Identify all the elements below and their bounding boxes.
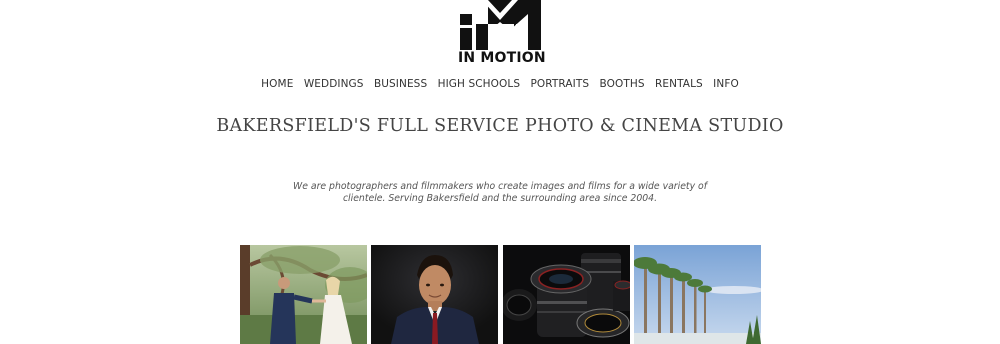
nav-item-home[interactable]: HOME [256, 76, 299, 92]
gallery-tile-weddings[interactable] [240, 245, 367, 344]
nav-item-booths[interactable]: BOOTHS [594, 76, 650, 92]
intro-text: We are photographers and filmmakers who … [293, 181, 707, 204]
site-logo[interactable]: IN MOTION [458, 0, 546, 68]
camera-lenses-photo [503, 245, 630, 344]
nav-item-weddings[interactable]: WEDDINGS [299, 76, 369, 92]
nav-item-rentals[interactable]: RENTALS [650, 76, 708, 92]
gallery-tile-rentals[interactable] [503, 245, 630, 344]
senior-portrait-photo [371, 245, 498, 344]
gallery-tile-high-schools[interactable] [371, 245, 498, 344]
im-monogram-icon [460, 0, 541, 50]
nav-item-info[interactable]: INFO [708, 76, 744, 92]
palm-trees-photo [634, 245, 761, 344]
wedding-couple-photo [240, 245, 367, 344]
nav-item-business[interactable]: BUSINESS [369, 76, 433, 92]
nav-item-portraits[interactable]: PORTRAITS [525, 76, 594, 92]
nav-item-high-schools[interactable]: HIGH SCHOOLS [432, 76, 525, 92]
logo-text: IN MOTION [458, 50, 546, 66]
gallery-tile-palms[interactable] [634, 245, 761, 344]
page-headline: BAKERSFIELD'S FULL SERVICE PHOTO & CINEM… [216, 116, 784, 136]
page: IN MOTION HOME WEDDINGS BUSINESS HIGH SC… [0, 0, 1000, 344]
main-nav: HOME WEDDINGS BUSINESS HIGH SCHOOLS PORT… [0, 76, 1000, 92]
